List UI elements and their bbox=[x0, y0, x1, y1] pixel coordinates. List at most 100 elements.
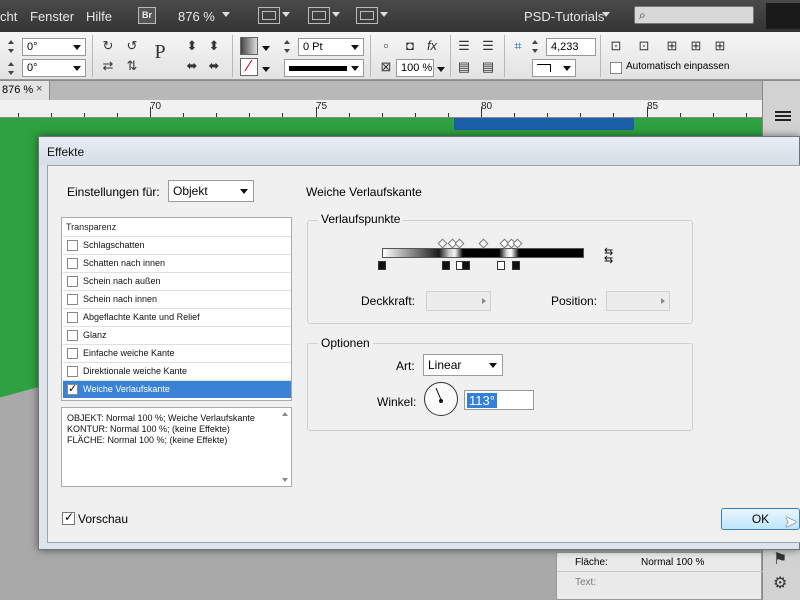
effect-checkbox[interactable] bbox=[67, 294, 78, 305]
rotation-angle-field[interactable]: 0° bbox=[22, 38, 86, 56]
text-wrap-jump-icon[interactable]: ▤ bbox=[480, 59, 496, 75]
ruler-tick bbox=[183, 113, 185, 117]
chevron-down-icon[interactable] bbox=[437, 67, 445, 72]
chevron-down-icon[interactable] bbox=[282, 12, 290, 17]
effect-item-schlagschatten[interactable]: Schlagschatten bbox=[63, 236, 291, 254]
spinner-icon[interactable] bbox=[8, 60, 15, 78]
bridge-icon[interactable]: Br bbox=[138, 7, 156, 24]
zoom-level[interactable]: 876 % bbox=[178, 9, 215, 24]
panel-menu-icon[interactable] bbox=[775, 111, 791, 113]
fill-frame-proportionally-icon[interactable]: ⊞ bbox=[688, 38, 704, 54]
gradient-stop[interactable] bbox=[512, 261, 520, 270]
ruler-tick bbox=[381, 113, 383, 117]
spinner-icon[interactable] bbox=[284, 38, 291, 56]
document-tab[interactable]: 876 % × bbox=[0, 81, 50, 100]
opacity-icon[interactable]: ⊠ bbox=[378, 59, 394, 75]
search-input[interactable]: ⌕ bbox=[634, 6, 754, 24]
type-select[interactable]: Linear bbox=[423, 354, 503, 376]
effect-checkbox[interactable] bbox=[67, 330, 78, 341]
dialog-titlebar[interactable]: Effekte bbox=[39, 137, 799, 165]
view-options-icon[interactable] bbox=[258, 7, 280, 24]
text-wrap-box-icon[interactable]: ☰ bbox=[480, 38, 496, 54]
menu-item-fenster[interactable]: Fenster bbox=[30, 9, 74, 24]
effects-fx-icon[interactable]: fx bbox=[424, 38, 440, 54]
effect-checkbox[interactable] bbox=[67, 258, 78, 269]
panel-toggle-button[interactable] bbox=[766, 3, 800, 29]
frame-size-icon[interactable]: ⌗ bbox=[510, 38, 526, 54]
chevron-down-icon[interactable] bbox=[602, 12, 610, 17]
spinner-icon[interactable] bbox=[8, 38, 15, 56]
effect-item-schein-nach-innen[interactable]: Schein nach innen bbox=[63, 290, 291, 308]
gradient-stop[interactable] bbox=[497, 261, 505, 270]
effect-item-einfache-weiche-kante[interactable]: Einfache weiche Kante bbox=[63, 344, 291, 362]
drop-shadow-icon[interactable]: ◘ bbox=[402, 38, 418, 54]
effect-item-weiche-verlaufskante[interactable]: Weiche Verlaufskante bbox=[63, 380, 291, 398]
fit-frame-to-content-icon[interactable]: ⊡ bbox=[636, 38, 652, 54]
stroke-none-icon[interactable]: ⁄ bbox=[240, 58, 258, 76]
effects-panel-icon[interactable]: ⚑ bbox=[773, 549, 787, 569]
select-previous-icon[interactable]: ⬌ bbox=[184, 58, 200, 74]
effects-summary: OBJEKT: Normal 100 %; Weiche Verlaufskan… bbox=[61, 407, 292, 487]
effect-item-schatten-nach-innen[interactable]: Schatten nach innen bbox=[63, 254, 291, 272]
scroll-down-icon[interactable] bbox=[282, 478, 288, 482]
shear-angle-field[interactable]: 0° bbox=[22, 59, 86, 77]
text-wrap-shape-icon[interactable]: ▤ bbox=[456, 59, 472, 75]
spinner-icon[interactable] bbox=[532, 38, 539, 56]
chevron-down-icon[interactable] bbox=[262, 67, 270, 72]
rotate-cw-icon[interactable]: ↻ bbox=[100, 38, 116, 54]
effect-item-glanz[interactable]: Glanz bbox=[63, 326, 291, 344]
gradient-stop[interactable] bbox=[378, 261, 386, 270]
scroll-up-icon[interactable] bbox=[282, 412, 288, 416]
select-container-icon[interactable]: ⬍ bbox=[184, 38, 200, 54]
autofit-checkbox[interactable] bbox=[610, 62, 622, 74]
effect-checkbox[interactable] bbox=[67, 348, 78, 359]
fit-content-proportionally-icon[interactable]: ⊞ bbox=[712, 38, 728, 54]
menu-item-hilfe[interactable]: Hilfe bbox=[86, 9, 112, 24]
separator bbox=[450, 35, 451, 77]
angle-input[interactable]: 113° bbox=[464, 390, 534, 410]
effect-checkbox[interactable] bbox=[67, 276, 78, 287]
effect-checkbox[interactable] bbox=[67, 312, 78, 323]
center-content-icon[interactable]: ⊞ bbox=[664, 38, 680, 54]
opacity-field[interactable]: 100 % bbox=[396, 59, 434, 77]
effect-item-abgeflachte-kante[interactable]: Abgeflachte Kante und Relief bbox=[63, 308, 291, 326]
chevron-down-icon[interactable] bbox=[380, 12, 388, 17]
effect-checkbox[interactable] bbox=[67, 366, 78, 377]
angle-dial[interactable] bbox=[424, 382, 458, 416]
stroke-type-field[interactable] bbox=[284, 59, 364, 77]
workspace-switcher[interactable]: PSD-Tutorials bbox=[524, 9, 604, 24]
effect-item-direktionale-weiche-kante[interactable]: Direktionale weiche Kante bbox=[63, 362, 291, 380]
reverse-gradient-icon[interactable]: ⇆ ⇆ bbox=[604, 247, 622, 266]
settings-icon[interactable]: ⚙ bbox=[773, 573, 787, 593]
corner-shape-field[interactable] bbox=[532, 59, 576, 77]
frame-edges-icon[interactable]: ▫ bbox=[378, 38, 394, 54]
stroke-weight-field[interactable]: 0 Pt bbox=[298, 38, 364, 56]
screen-mode-icon[interactable] bbox=[308, 7, 330, 24]
select-content-icon[interactable]: ⬍ bbox=[206, 38, 222, 54]
fit-content-to-frame-icon[interactable]: ⊡ bbox=[608, 38, 624, 54]
effect-item-schein-nach-aussen[interactable]: Schein nach außen bbox=[63, 272, 291, 290]
flip-horizontal-icon[interactable]: ⇄ bbox=[100, 58, 116, 74]
zoom-dropdown-icon[interactable] bbox=[222, 12, 230, 17]
chevron-down-icon[interactable] bbox=[332, 12, 340, 17]
gradient-ramp[interactable] bbox=[382, 248, 584, 258]
effects-list[interactable]: Transparenz Schlagschatten Schatten nach… bbox=[61, 217, 292, 401]
size-field[interactable]: 4,233 mm bbox=[546, 38, 596, 69]
effect-checkbox-checked[interactable] bbox=[67, 381, 78, 398]
arrange-documents-icon[interactable] bbox=[356, 7, 378, 24]
close-icon[interactable]: × bbox=[36, 83, 42, 95]
gradient-stop[interactable] bbox=[442, 261, 450, 270]
flip-vertical-icon[interactable]: ⇅ bbox=[124, 58, 140, 74]
select-next-icon[interactable]: ⬌ bbox=[206, 58, 222, 74]
horizontal-ruler[interactable]: 70 75 80 85 bbox=[0, 100, 762, 118]
fill-swatch-icon[interactable] bbox=[240, 37, 258, 55]
settings-for-select[interactable]: Objekt bbox=[168, 180, 254, 202]
gradient-stop[interactable] bbox=[462, 261, 470, 270]
menu-item-ansicht[interactable]: cht bbox=[0, 9, 17, 24]
type-orientation-icon[interactable]: P bbox=[148, 42, 172, 66]
preview-checkbox[interactable] bbox=[62, 510, 75, 525]
chevron-down-icon[interactable] bbox=[262, 46, 270, 51]
text-wrap-none-icon[interactable]: ☰ bbox=[456, 38, 472, 54]
effect-checkbox[interactable] bbox=[67, 240, 78, 251]
rotate-ccw-icon[interactable]: ↺ bbox=[124, 38, 140, 54]
